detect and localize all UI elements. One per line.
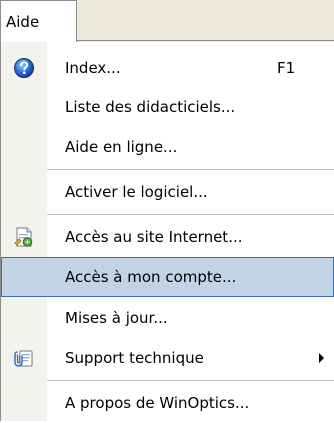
menu-item-my-account[interactable]: Accès à mon compte...: [1, 257, 334, 297]
menu-item-updates[interactable]: Mises à jour...: [1, 298, 334, 338]
menu-item-label: A propos de WinOptics...: [65, 394, 250, 412]
menu-item-label: Accès au site Internet...: [65, 228, 243, 246]
submenu-arrow-icon: [319, 353, 324, 363]
menu-separator: [47, 214, 334, 215]
menu-item-activate-software[interactable]: Activer le logiciel...: [1, 172, 334, 212]
menu-separator: [47, 169, 334, 170]
menu-item-shortcut: F1: [277, 59, 296, 77]
menu-item-label: Index...: [65, 59, 121, 77]
aide-dropdown-menu: Index... F1 Liste des didacticiels... Ai…: [0, 42, 334, 421]
menu-item-about[interactable]: A propos de WinOptics...: [1, 383, 334, 423]
menu-item-label: Support technique: [65, 349, 204, 367]
menu-item-label: Mises à jour...: [65, 309, 168, 327]
menu-item-label: Accès à mon compte...: [65, 268, 237, 286]
menu-item-index[interactable]: Index... F1: [1, 48, 334, 88]
help-circle-icon: [14, 58, 34, 78]
web-page-icon: [14, 227, 33, 247]
support-icon: [14, 350, 33, 367]
menu-separator: [47, 380, 334, 381]
menu-bar: Aide: [0, 0, 334, 42]
menu-item-tutorials[interactable]: Liste des didacticiels...: [1, 87, 334, 127]
menu-item-online-help[interactable]: Aide en ligne...: [1, 127, 334, 167]
menu-aide[interactable]: Aide: [0, 0, 77, 42]
menu-bar-strip: [77, 0, 334, 41]
menu-item-label: Activer le logiciel...: [65, 183, 208, 201]
menu-item-tech-support[interactable]: Support technique: [1, 338, 334, 378]
menu-item-label: Aide en ligne...: [65, 138, 178, 156]
menu-item-label: Liste des didacticiels...: [65, 98, 236, 116]
menu-item-website[interactable]: Accès au site Internet...: [1, 217, 334, 257]
